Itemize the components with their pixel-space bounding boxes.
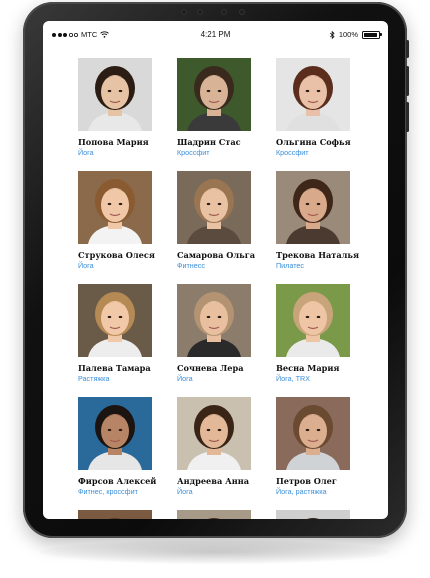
trainer-card[interactable]: [78, 510, 152, 519]
trainer-photo[interactable]: [78, 510, 152, 519]
trainer-grid: Попова Мария Йога Шадрин Стас Кроссфит Ольги…: [43, 21, 388, 519]
front-sensor: [181, 9, 187, 15]
trainer-specialty: Йога: [78, 148, 94, 157]
trainer-photo[interactable]: [276, 510, 350, 519]
trainer-specialty: Йога, растяжка: [276, 487, 327, 496]
trainer-name[interactable]: Шадрин Стас: [177, 137, 251, 147]
front-sensor: [221, 9, 227, 15]
trainer-photo[interactable]: [177, 171, 251, 244]
trainer-specialty: Фитнесс: [177, 261, 205, 270]
trainer-card[interactable]: Ольгина Софья Кроссфит: [276, 58, 351, 157]
trainer-photo[interactable]: [177, 58, 251, 131]
trainer-photo[interactable]: [78, 397, 152, 470]
trainer-photo[interactable]: [276, 58, 350, 131]
trainer-specialty: Йога: [177, 487, 193, 496]
trainer-name[interactable]: Попова Мария: [78, 137, 152, 147]
trainer-card[interactable]: [276, 510, 350, 519]
trainer-photo[interactable]: [177, 284, 251, 357]
screen: MTC 4:21 PM 100% Попова Мария Йога Шадрин …: [43, 21, 388, 519]
front-camera-icon: [197, 9, 203, 15]
trainer-photo[interactable]: [78, 58, 152, 131]
trainer-photo[interactable]: [276, 397, 350, 470]
trainer-specialty: Пилатес: [276, 261, 305, 270]
trainer-card[interactable]: Самарова Ольга Фитнесс: [177, 171, 255, 270]
trainer-photo[interactable]: [78, 171, 152, 244]
trainer-card[interactable]: Палева Тамара Растяжка: [78, 284, 152, 383]
trainer-card[interactable]: Андреева Анна Йога: [177, 397, 251, 496]
trainer-specialty: Кроссфит: [177, 148, 210, 157]
trainer-name[interactable]: Сочнева Лера: [177, 363, 251, 373]
trainer-name[interactable]: Трекова Наталья: [276, 250, 359, 260]
trainer-name[interactable]: Струкова Олеся: [78, 250, 155, 260]
power-button: [406, 40, 409, 58]
front-sensor: [239, 9, 245, 15]
trainer-specialty: Йога: [177, 374, 193, 383]
trainer-name[interactable]: Ольгина Софья: [276, 137, 351, 147]
device-shadow: [40, 540, 390, 564]
trainer-photo[interactable]: [78, 284, 152, 357]
trainer-card[interactable]: Трекова Наталья Пилатес: [276, 171, 359, 270]
trainer-specialty: Фитнес, кроссфит: [78, 487, 138, 496]
trainer-photo[interactable]: [177, 510, 251, 519]
trainer-specialty: Кроссфит: [276, 148, 309, 157]
trainer-name[interactable]: Андреева Анна: [177, 476, 251, 486]
trainer-card[interactable]: Попова Мария Йога: [78, 58, 152, 157]
trainer-photo[interactable]: [177, 397, 251, 470]
trainer-specialty: Йога: [78, 261, 94, 270]
trainer-name[interactable]: Палева Тамара: [78, 363, 152, 373]
trainer-card[interactable]: Сочнева Лера Йога: [177, 284, 251, 383]
volume-down-button: [406, 102, 409, 132]
trainer-name[interactable]: Самарова Ольга: [177, 250, 255, 260]
trainer-card[interactable]: Петров Олег Йога, растяжка: [276, 397, 350, 496]
trainer-name[interactable]: Фирсов Алексей: [78, 476, 156, 486]
trainer-card[interactable]: Весна Мария Йога, TRX: [276, 284, 350, 383]
trainer-card[interactable]: Фирсов Алексей Фитнес, кроссфит: [78, 397, 156, 496]
trainer-specialty: Йога, TRX: [276, 374, 310, 383]
trainer-card[interactable]: Струкова Олеся Йога: [78, 171, 155, 270]
trainer-specialty: Растяжка: [78, 374, 110, 383]
volume-up-button: [406, 66, 409, 96]
trainer-name[interactable]: Петров Олег: [276, 476, 350, 486]
trainer-card[interactable]: [177, 510, 251, 519]
trainer-name[interactable]: Весна Мария: [276, 363, 350, 373]
trainer-photo[interactable]: [276, 171, 350, 244]
trainer-photo[interactable]: [276, 284, 350, 357]
trainer-card[interactable]: Шадрин Стас Кроссфит: [177, 58, 251, 157]
